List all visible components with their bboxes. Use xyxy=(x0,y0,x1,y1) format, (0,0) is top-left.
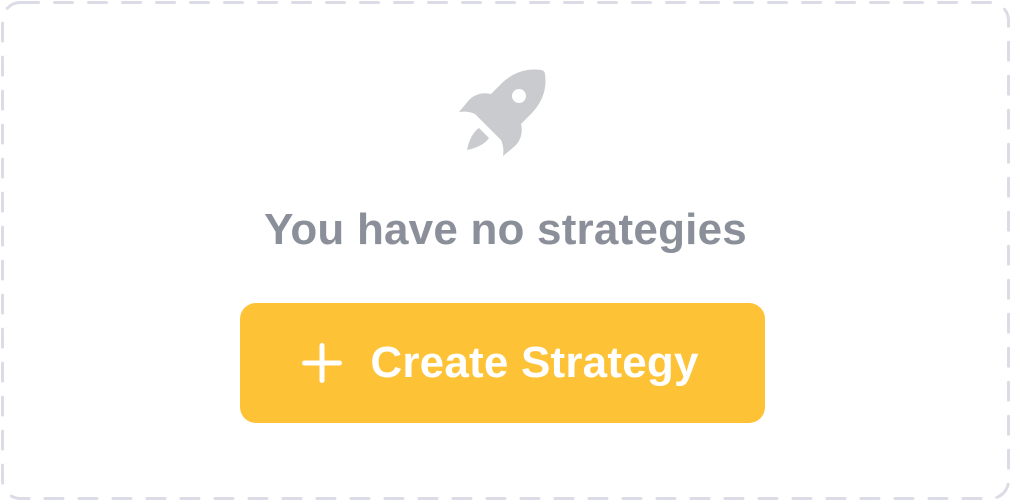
empty-state-message: You have no strategies xyxy=(264,205,747,254)
create-strategy-button[interactable]: Create Strategy xyxy=(240,303,765,423)
rocket-window xyxy=(512,89,526,103)
rocket-icon xyxy=(459,69,546,156)
empty-state: You have no strategies Create Strategy xyxy=(0,0,1011,501)
plus-icon xyxy=(302,343,343,383)
create-strategy-label: Create Strategy xyxy=(370,338,699,387)
